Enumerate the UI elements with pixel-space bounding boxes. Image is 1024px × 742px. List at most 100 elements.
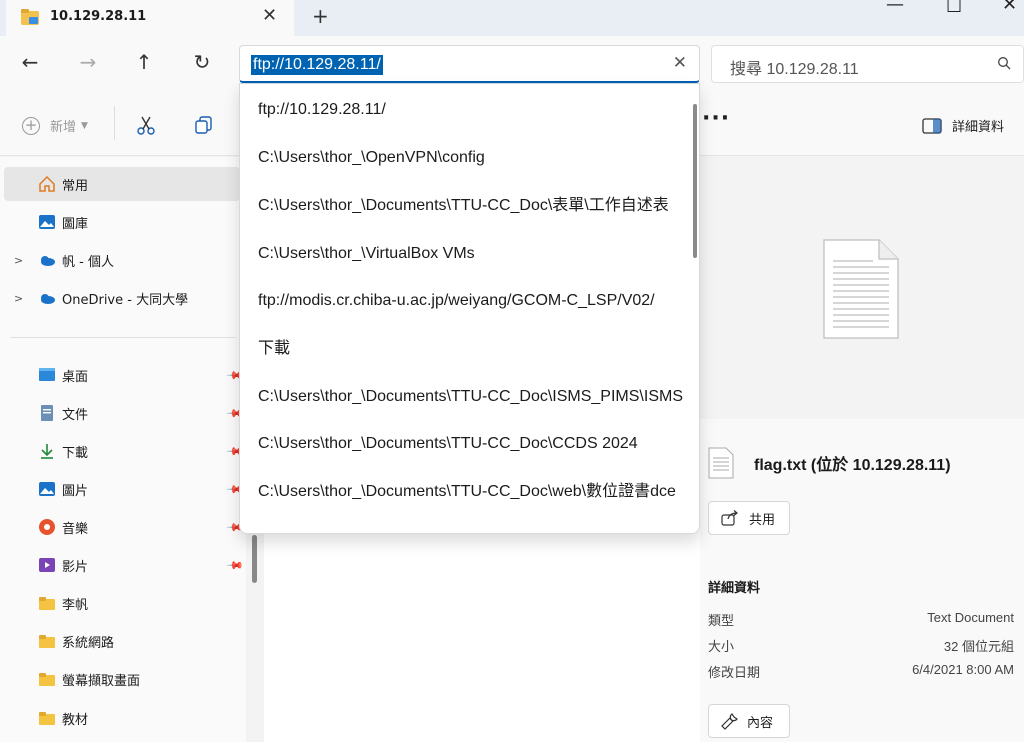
folder-network-icon — [21, 9, 39, 25]
close-tab-icon[interactable]: ✕ — [262, 5, 277, 26]
home-icon — [39, 175, 55, 192]
sidebar-item-label: 帆 - 個人 — [62, 254, 114, 270]
prop-value: 6/4/2021 8:00 AM — [912, 662, 1014, 677]
sidebar-item-label: 下載 — [62, 445, 89, 461]
sidebar-item-folder-1[interactable]: 李帆 — [0, 586, 240, 620]
prop-value: 32 個位元組 — [943, 639, 1014, 654]
details-label: 詳細資料 — [952, 120, 1005, 135]
file-title-row: flag.txt (位於 10.129.28.11) — [708, 447, 951, 479]
chevron-right-icon[interactable]: > — [14, 254, 23, 267]
documents-icon — [41, 405, 53, 421]
prop-key: 修改日期 — [708, 666, 761, 681]
sidebar-item-label: 圖庫 — [62, 216, 89, 232]
sidebar-item-gallery[interactable]: 圖庫 — [0, 205, 240, 239]
details-heading: 詳細資料 — [708, 581, 761, 596]
sidebar-item-onedrive-ttu[interactable]: > OneDrive - 大同大學 — [0, 281, 240, 315]
desktop-icon — [39, 368, 55, 381]
chevron-right-icon[interactable]: > — [14, 292, 23, 305]
sidebar-item-folder-4[interactable]: 教材 — [0, 701, 240, 735]
sidebar-item-music[interactable]: 音樂 📌 — [0, 510, 244, 544]
pin-icon[interactable]: 📌 — [225, 556, 244, 575]
history-item[interactable]: ftp://modis.cr.chiba-u.ac.jp/weiyang/GCO… — [258, 289, 688, 313]
sidebar-item-pictures[interactable]: 圖片 📌 — [0, 472, 244, 506]
sidebar-item-label: 影片 — [62, 559, 89, 575]
tab-title: 10.129.28.11 — [50, 9, 147, 24]
refresh-icon[interactable]: ↻ — [188, 50, 216, 74]
up-icon[interactable]: ↑ — [130, 50, 158, 74]
new-tab-icon[interactable]: + — [312, 4, 329, 28]
sidebar-item-desktop[interactable]: 桌面 📌 — [0, 358, 244, 392]
folder-icon — [39, 635, 55, 648]
share-button[interactable]: 共用 — [708, 501, 790, 535]
onedrive-icon — [41, 294, 55, 304]
clear-icon[interactable]: ✕ — [673, 53, 687, 73]
history-item[interactable]: C:\Users\thor_\Documents\TTU-CC_Doc\CCDS… — [258, 432, 688, 456]
address-bar[interactable]: ftp://10.129.28.11/ ✕ — [239, 45, 700, 83]
maximize-icon[interactable]: ☐ — [946, 0, 962, 17]
sidebar-item-folder-3[interactable]: 螢幕擷取畫面 — [0, 662, 240, 696]
history-item[interactable]: C:\Users\thor_\Documents\TTU-CC_Doc\表單\工… — [258, 194, 688, 218]
properties-button[interactable]: 內容 — [708, 704, 790, 738]
music-icon — [39, 519, 55, 535]
search-icon — [998, 57, 1011, 70]
history-item[interactable]: C:\Users\thor_\OpenVPN\config — [258, 146, 688, 170]
details-pane: flag.txt (位於 10.129.28.11) 共用 詳細資料 類型 Te… — [700, 157, 1024, 742]
history-item[interactable]: C:\Users\thor_\VirtualBox VMs — [258, 242, 688, 266]
sidebar-item-label: 圖片 — [62, 483, 89, 499]
sidebar-item-folder-2[interactable]: 系統網路 — [0, 624, 240, 658]
history-item[interactable]: C:\Users\thor_\Documents\TTU-CC_Doc\web\… — [258, 480, 688, 504]
minimize-icon[interactable]: — — [886, 0, 904, 15]
sidebar-item-label: 教材 — [62, 712, 89, 728]
more-options-icon[interactable]: ··· — [702, 106, 730, 131]
wrench-icon — [721, 713, 738, 730]
sidebar-scrollbar[interactable] — [252, 535, 257, 583]
cut-icon[interactable] — [135, 114, 157, 136]
dropdown-scrollbar[interactable] — [693, 104, 697, 258]
videos-icon — [39, 558, 55, 572]
sidebar-item-label: 文件 — [62, 407, 89, 423]
sidebar-item-home[interactable]: 常用 — [4, 167, 240, 201]
tab-current[interactable]: 10.129.28.11 ✕ — [6, 0, 294, 36]
file-title: flag.txt (位於 10.129.28.11) — [754, 457, 951, 474]
address-input[interactable]: ftp://10.129.28.11/ — [251, 55, 383, 75]
navigation-pane: 常用 圖庫 > 帆 - 個人 > OneDrive - 大同大學 桌面 📌 文件… — [0, 157, 246, 742]
preview-area — [700, 157, 1024, 419]
search-input[interactable]: 搜尋 10.129.28.11 — [730, 55, 859, 79]
folder-icon — [39, 597, 55, 610]
pictures-icon — [39, 482, 55, 496]
sidebar-item-onedrive-personal[interactable]: > 帆 - 個人 — [0, 243, 240, 277]
forward-icon[interactable]: → — [74, 50, 102, 74]
copy-icon[interactable] — [193, 114, 215, 136]
back-icon[interactable]: ← — [16, 50, 44, 74]
history-item[interactable]: ftp://10.129.28.11/ — [258, 98, 688, 122]
folder-icon — [39, 673, 55, 686]
details-pane-icon — [922, 117, 942, 134]
prop-key: 類型 — [708, 614, 735, 629]
share-label: 共用 — [749, 512, 776, 528]
address-history-dropdown: ftp://10.129.28.11/ C:\Users\thor_\OpenV… — [239, 83, 700, 534]
sidebar-item-documents[interactable]: 文件 📌 — [0, 396, 244, 430]
plus-icon: + — [22, 116, 40, 135]
folder-icon — [39, 712, 55, 725]
file-icon — [708, 447, 734, 479]
prop-key: 大小 — [708, 640, 735, 655]
history-item[interactable]: 下載 — [258, 337, 688, 361]
gallery-icon — [39, 215, 55, 229]
details-pane-button[interactable]: 詳細資料 — [922, 116, 1004, 135]
sidebar-item-downloads[interactable]: 下載 📌 — [0, 434, 244, 468]
new-label: 新增 — [50, 120, 77, 135]
properties-label: 內容 — [747, 715, 774, 731]
sidebar-item-label: OneDrive - 大同大學 — [62, 292, 189, 308]
history-item[interactable]: C:\Users\thor_\Documents\TTU-CC_Doc\ISMS… — [258, 385, 688, 409]
search-box[interactable]: 搜尋 10.129.28.11 — [711, 45, 1024, 83]
sidebar-item-label: 李帆 — [62, 597, 89, 613]
chevron-down-icon: ▼ — [81, 120, 88, 131]
sidebar-item-label: 音樂 — [62, 521, 89, 537]
prop-value: Text Document — [927, 610, 1014, 625]
onedrive-icon — [41, 256, 55, 266]
close-window-icon[interactable]: ✕ — [1002, 0, 1017, 15]
sidebar-item-label: 桌面 — [62, 369, 89, 385]
new-button[interactable]: + 新增 ▼ — [22, 116, 88, 135]
sidebar-item-label: 常用 — [62, 178, 89, 194]
sidebar-item-videos[interactable]: 影片 📌 — [0, 548, 244, 582]
